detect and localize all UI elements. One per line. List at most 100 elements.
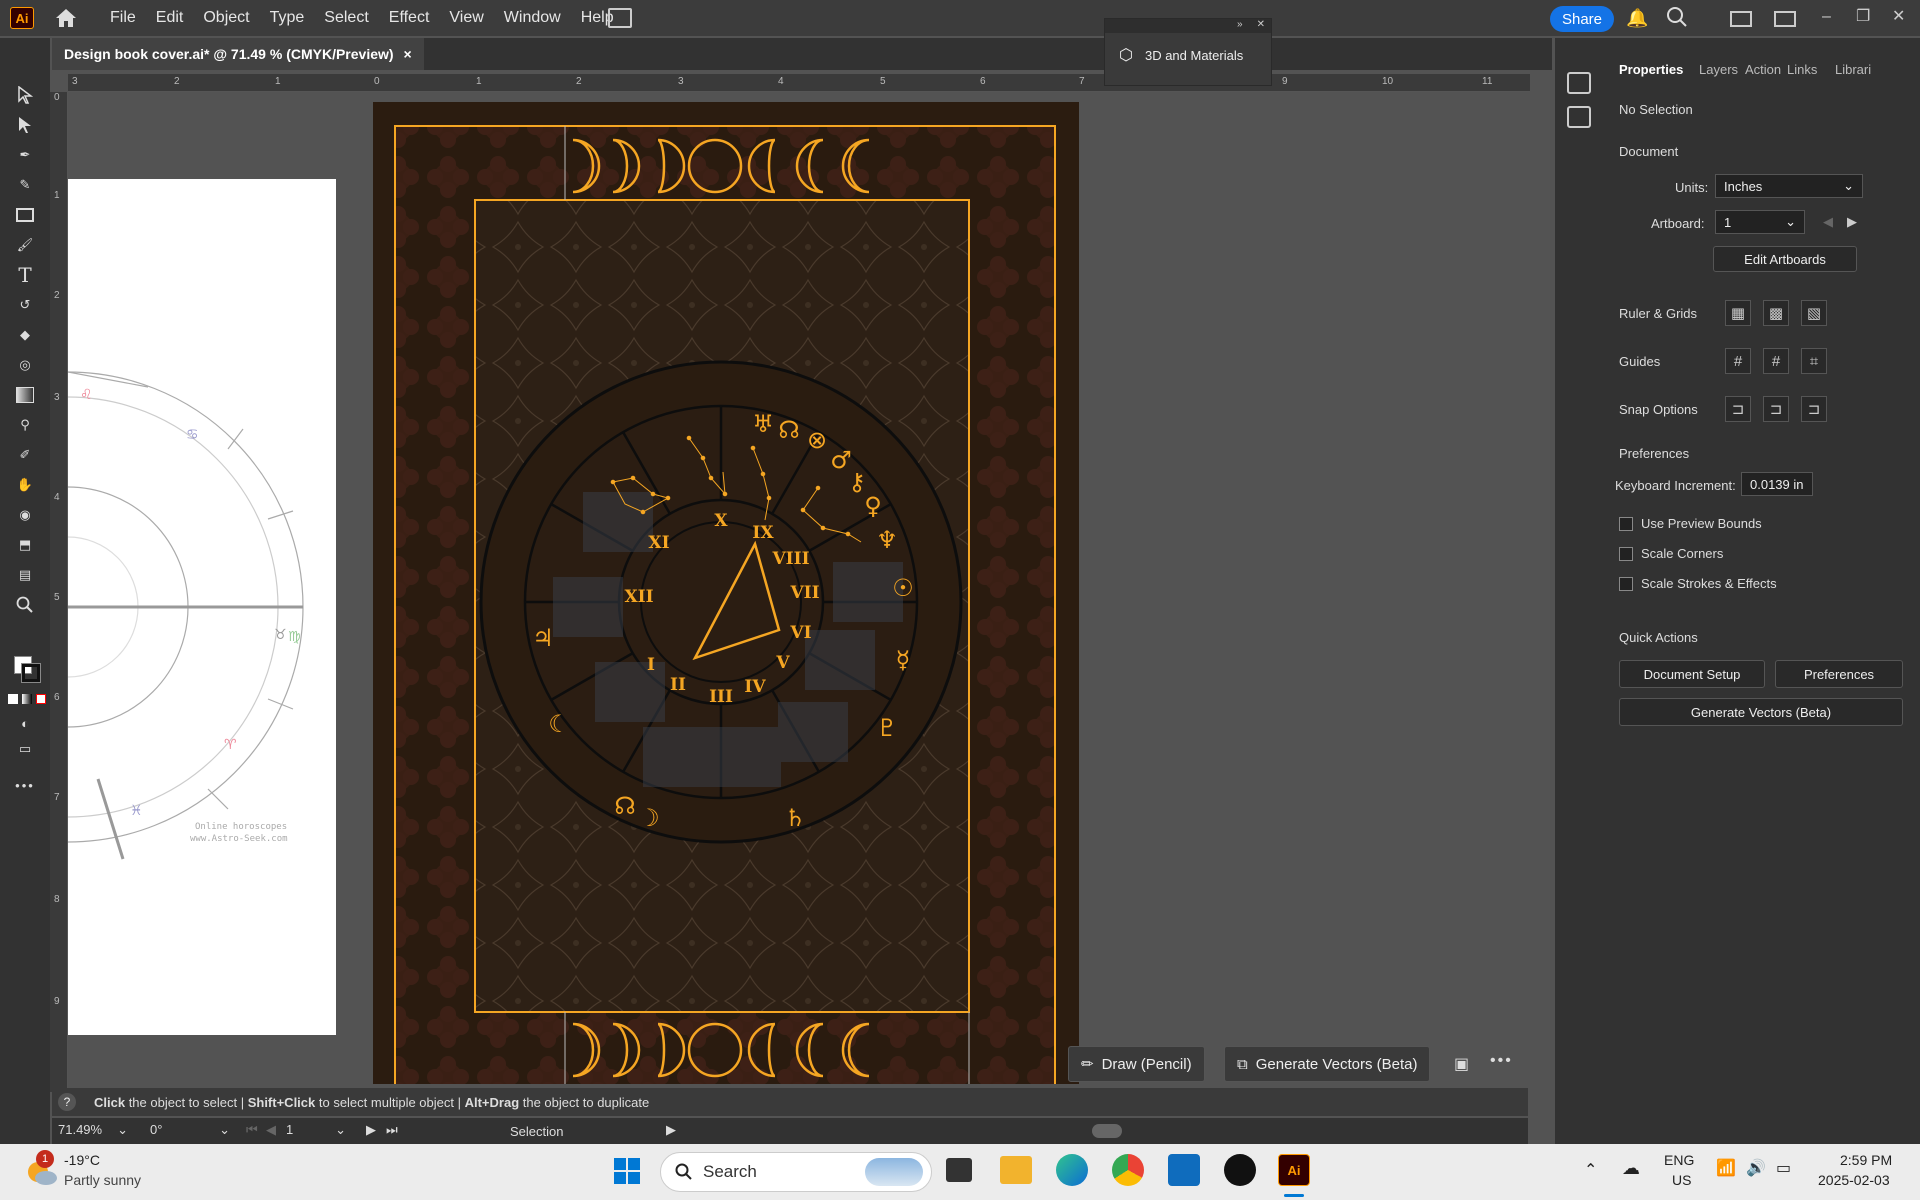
artboards-panel-icon[interactable]: [1567, 72, 1591, 94]
show-guides-icon[interactable]: #: [1725, 348, 1751, 374]
rotate-tool-icon[interactable]: ↺: [12, 292, 38, 318]
chrome-icon[interactable]: [1112, 1154, 1144, 1186]
grid-toggle-icon[interactable]: ▩: [1763, 300, 1789, 326]
shape-builder-tool-icon[interactable]: ◉: [12, 502, 38, 528]
direct-selection-tool-icon[interactable]: [12, 112, 38, 138]
generate-vectors-button[interactable]: Generate Vectors (Beta): [1619, 698, 1903, 726]
tab-layers[interactable]: Layers: [1699, 62, 1738, 77]
restore-icon[interactable]: ❐: [1856, 6, 1870, 26]
last-artboard-icon[interactable]: ⏭: [386, 1122, 398, 1138]
home-icon[interactable]: [52, 4, 80, 32]
lasso-tool-icon[interactable]: ◎: [12, 352, 38, 378]
generate-vectors-context-button[interactable]: ⧉ Generate Vectors (Beta): [1224, 1046, 1431, 1082]
tab-actions[interactable]: Action: [1745, 62, 1781, 77]
snap-to-grid-icon[interactable]: ⊐: [1763, 396, 1789, 422]
close-window-icon[interactable]: ✕: [1892, 6, 1905, 26]
transparency-grid-icon[interactable]: ▧: [1801, 300, 1827, 326]
search-icon[interactable]: [1666, 6, 1688, 31]
menu-effect[interactable]: Effect: [379, 9, 440, 27]
weather-icon[interactable]: 1: [24, 1150, 58, 1188]
rotation-select[interactable]: 0° ⌄: [150, 1122, 230, 1142]
pen-tool-icon[interactable]: ✒: [12, 142, 38, 168]
first-artboard-icon[interactable]: ⏮: [246, 1122, 258, 1138]
more-tools-icon[interactable]: •••: [12, 772, 38, 798]
collapse-panel-icon[interactable]: »: [1237, 19, 1243, 33]
scale-strokes-checkbox[interactable]: Scale Strokes & Effects: [1619, 576, 1777, 591]
horizontal-scrollbar[interactable]: [1092, 1124, 1122, 1138]
file-explorer-icon[interactable]: [1000, 1156, 1032, 1184]
eraser-tool-icon[interactable]: ◆: [12, 322, 38, 348]
rectangle-tool-icon[interactable]: [12, 202, 38, 228]
edge-icon[interactable]: [1056, 1154, 1088, 1186]
menu-object[interactable]: Object: [193, 9, 259, 27]
tab-links[interactable]: Links: [1787, 62, 1817, 77]
artboard-select[interactable]: 1 ⌄: [1715, 210, 1805, 234]
more-options-icon[interactable]: •••: [1490, 1052, 1513, 1070]
scale-corners-checkbox[interactable]: Scale Corners: [1619, 546, 1723, 561]
image-settings-icon[interactable]: ▣: [1454, 1054, 1469, 1074]
help-icon[interactable]: ?: [58, 1093, 76, 1111]
snap-to-pixel-icon[interactable]: ⊐: [1801, 396, 1827, 422]
menu-file[interactable]: File: [100, 9, 146, 27]
document-setup-button[interactable]: Document Setup: [1619, 660, 1765, 688]
language-line1[interactable]: ENG: [1664, 1152, 1694, 1168]
onedrive-icon[interactable]: ☁: [1622, 1158, 1640, 1179]
curvature-tool-icon[interactable]: ✎: [12, 172, 38, 198]
zoom-select[interactable]: 71.49% ⌄: [58, 1122, 128, 1142]
canvas[interactable]: ♌ ♍ ♋ ♉ ♈ ♓ Online horoscopes www.Astro-…: [68, 92, 1530, 1084]
lock-guides-icon[interactable]: #: [1763, 348, 1789, 374]
next-artboard-nav-icon[interactable]: ▶: [366, 1122, 376, 1138]
screen-mode-icon[interactable]: ▭: [12, 736, 38, 762]
zoom-tool-icon[interactable]: [12, 592, 38, 618]
outlook-icon[interactable]: [1168, 1154, 1200, 1186]
puppet-warp-tool-icon[interactable]: ✋: [12, 472, 38, 498]
clock-time[interactable]: 2:59 PM: [1840, 1152, 1892, 1168]
minimize-icon[interactable]: –: [1822, 8, 1831, 26]
tab-libraries[interactable]: Librari: [1835, 62, 1871, 77]
wifi-icon[interactable]: 📶: [1716, 1158, 1736, 1178]
artboard-tool-icon[interactable]: ⬒: [12, 532, 38, 558]
draw-pencil-button[interactable]: ✏ Draw (Pencil): [1068, 1046, 1205, 1082]
snap-to-point-icon[interactable]: ⊐: [1725, 396, 1751, 422]
3d-materials-label[interactable]: 3D and Materials: [1145, 48, 1243, 63]
panel-toggle-icon[interactable]: [1774, 11, 1796, 27]
prev-artboard-icon[interactable]: ◀: [1823, 214, 1833, 230]
close-panel-icon[interactable]: ✕: [1257, 19, 1265, 33]
menu-window[interactable]: Window: [494, 9, 571, 27]
gradient-mode-icon[interactable]: [22, 694, 32, 704]
arrange-documents-icon[interactable]: [608, 8, 632, 28]
type-tool-icon[interactable]: T: [12, 262, 38, 288]
smart-guides-icon[interactable]: ⌗: [1801, 348, 1827, 374]
eyedropper-tool-icon[interactable]: ⚲: [12, 412, 38, 438]
battery-icon[interactable]: ▭: [1776, 1158, 1791, 1178]
3d-cube-icon[interactable]: ⬡: [1119, 45, 1133, 65]
stroke-swatch[interactable]: [21, 663, 41, 683]
document-tab[interactable]: Design book cover.ai* @ 71.49 % (CMYK/Pr…: [52, 38, 424, 70]
task-view-icon[interactable]: [946, 1158, 972, 1182]
illustrator-taskbar-icon[interactable]: Ai: [1278, 1154, 1310, 1186]
units-select[interactable]: Inches ⌄: [1715, 174, 1863, 198]
book-cover-artboard[interactable]: X IX VIII VII VI V IV III II I XII XI ♅ …: [373, 102, 1079, 1084]
rulers-toggle-icon[interactable]: ▦: [1725, 300, 1751, 326]
share-button[interactable]: Share: [1550, 6, 1614, 32]
close-tab-icon[interactable]: ×: [404, 46, 412, 62]
app-icon[interactable]: [1224, 1154, 1256, 1186]
menu-select[interactable]: Select: [314, 9, 378, 27]
prev-artboard-nav-icon[interactable]: ◀: [266, 1122, 276, 1138]
clock-date[interactable]: 2025-02-03: [1818, 1172, 1890, 1188]
tab-properties[interactable]: Properties: [1619, 62, 1683, 77]
notifications-icon[interactable]: 🔔: [1626, 8, 1648, 29]
edit-artboards-button[interactable]: Edit Artboards: [1713, 246, 1857, 272]
gradient-tool-icon[interactable]: [12, 382, 38, 408]
menu-view[interactable]: View: [439, 9, 493, 27]
taskbar-search[interactable]: Search: [660, 1152, 932, 1192]
next-artboard-icon[interactable]: ▶: [1847, 214, 1857, 230]
artboard-nav-select[interactable]: 1 ⌄: [286, 1122, 346, 1142]
language-line2[interactable]: US: [1672, 1172, 1691, 1188]
use-preview-bounds-checkbox[interactable]: Use Preview Bounds: [1619, 516, 1762, 531]
blend-tool-icon[interactable]: ✐: [12, 442, 38, 468]
paintbrush-tool-icon[interactable]: 🖌: [12, 232, 38, 258]
menu-edit[interactable]: Edit: [146, 9, 194, 27]
selection-tool-icon[interactable]: [12, 82, 38, 108]
preferences-button[interactable]: Preferences: [1775, 660, 1903, 688]
